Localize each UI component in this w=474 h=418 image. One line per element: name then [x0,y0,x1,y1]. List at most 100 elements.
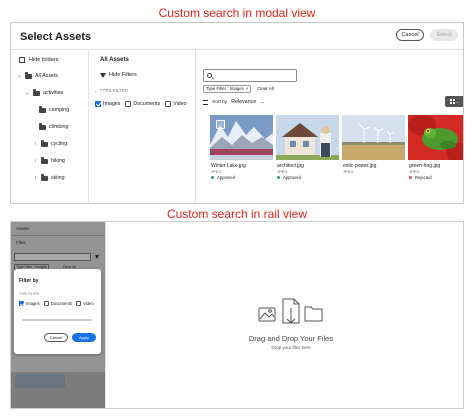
cancel-button[interactable]: Cancel [396,29,424,41]
results-panel: Type Filter : Images × Clear All Sort by… [197,50,463,203]
tree-item-camping[interactable]: camping [39,106,70,113]
view-toggle-button[interactable]: ⌄ [445,96,463,107]
status-badge: Approved [211,175,235,180]
filter-icon[interactable] [95,255,99,259]
asset-thumbnail[interactable] [342,115,405,160]
folder-icon [33,89,40,96]
chevron-right-icon[interactable]: › [33,141,38,147]
asset-thumbnail[interactable] [276,115,339,160]
tree-item-skiing[interactable]: › skiing [33,174,65,181]
hide-folders-button[interactable]: Hide folders [19,57,58,63]
sort-label: Sort by [212,99,228,105]
dropzone-subtitle: Drop your files here [271,345,311,350]
filter-tag[interactable]: Type Filter : Images × [203,85,252,93]
chevron-right-icon[interactable]: › [33,175,38,181]
checkbox-video[interactable]: Video [75,301,94,306]
tree-item-label: climbing [49,124,69,130]
status-dot [277,176,280,179]
chevron-down-icon[interactable]: ⌄ [17,73,22,79]
chevron-down-icon[interactable]: ⌄ [260,100,264,105]
tree-item-activities[interactable]: ⌄ activities [25,89,64,96]
tree-item-label: cycling [51,141,68,147]
folder-tree-panel: Hide folders ⌄ All Assets ⌄ activities c… [11,50,89,203]
chevron-down-icon[interactable]: ⌄ [25,90,30,96]
tree-item-cycling[interactable]: › cycling [33,140,68,147]
tree-item-all-assets[interactable]: ⌄ All Assets [17,72,58,79]
clear-all-link[interactable]: Clear All [257,86,274,91]
checkbox-documents[interactable]: Documents [125,101,160,107]
folder-icon [25,72,32,79]
tree-item-label: All Assets [35,73,58,79]
checkbox-label: Images [103,101,121,107]
filter-panel-heading: All Assets [100,57,129,63]
checkbox-unchecked-icon[interactable] [125,101,132,107]
checkbox-label: Images [26,301,40,306]
checkbox-label: Documents [50,301,72,306]
search-input[interactable] [203,69,297,82]
select-checkbox[interactable] [216,120,225,129]
type-filter-options: Images Documents Video [19,301,94,306]
status-label: Approved [283,175,301,180]
tree-item-label: activities [43,90,64,96]
status-badge: Approved [277,175,301,180]
hide-filters-button[interactable]: Hide Filters [100,72,137,78]
status-dot [409,176,412,179]
folder-icon [41,174,48,181]
tree-item-climbing[interactable]: climbing [39,123,69,130]
modal-title: Select Assets [20,31,92,43]
checkbox-unchecked-icon[interactable] [165,101,172,107]
asset-card[interactable]: green-frog.jpg JPEG Rejected [408,115,463,203]
scrollbar[interactable] [22,319,92,321]
checkbox-images[interactable]: Images [95,101,120,107]
asset-card[interactable]: architect.jpg JPEG Approved [276,115,339,203]
type-filter-label[interactable]: TYPE FILTER [19,292,39,296]
hide-filters-label: Hide Filters [109,72,137,78]
sort-control: Sort by Relevance ⌄ [203,99,264,105]
dropzone-title: Drag and Drop Your Files [248,334,334,343]
chevron-down-icon: ⌄ [455,99,460,104]
checkbox-checked-icon[interactable] [95,101,101,107]
asset-rail: Assets Files Type Filter : Images Clear … [11,222,105,408]
asset-type: JPEG [211,169,222,174]
chevron-right-icon[interactable]: › [33,158,38,164]
tree-item-label: hiking [51,158,65,164]
folder-icon [39,123,46,130]
status-badge: Rejected [409,175,432,180]
checkbox-unchecked-icon[interactable] [43,301,49,306]
folder-icon [41,157,48,164]
tree-item-label: camping [49,107,70,113]
asset-card[interactable]: eolic-power.jpg JPEG [342,115,405,203]
tree-item-hiking[interactable]: › hiking [33,157,65,164]
asset-type: JPEG [409,169,420,174]
asset-thumbnail[interactable] [210,115,273,160]
type-filter-options: Images Documents Video [95,101,187,107]
filter-by-title: Filter by [19,278,39,284]
checkbox-images[interactable]: Images [19,301,40,306]
sort-icon[interactable] [203,99,208,105]
close-icon[interactable]: × [246,86,249,92]
filter-popover: Filter by TYPE FILTER Images Documents V… [14,269,101,354]
type-filter-header[interactable]: ⌄ TYPE FILTER [94,88,128,93]
sort-dropdown[interactable]: Relevance [231,99,256,105]
apply-button[interactable]: Apply [72,333,96,342]
checkbox-documents[interactable]: Documents [43,301,72,306]
rail-divider [105,222,106,408]
filter-panel: All Assets Hide Filters ⌄ TYPE FILTER Im… [89,50,196,203]
checkbox-unchecked-icon[interactable] [75,301,81,306]
asset-type: JPEG [277,169,288,174]
cancel-button[interactable]: Cancel [44,333,68,342]
asset-thumbnail-image [15,374,65,388]
asset-thumbnail[interactable] [408,115,463,160]
filter-tag-label: Type Filter : Images [206,86,244,91]
chevron-down-icon: ⌄ [94,88,98,93]
checkbox-video[interactable]: Video [165,101,187,107]
select-button[interactable]: Select [430,29,458,41]
divider [11,235,105,236]
tree-item-label: skiing [51,175,65,181]
asset-selector-modal: Select Assets Cancel Select Hide folders… [10,22,464,204]
drag-drop-icon [258,298,323,324]
checkbox-checked-icon[interactable] [19,301,24,306]
search-input[interactable] [14,253,91,261]
asset-card[interactable]: Winter Lake.jpg JPEG Approved [210,115,273,203]
status-label: Rejected [415,175,432,180]
